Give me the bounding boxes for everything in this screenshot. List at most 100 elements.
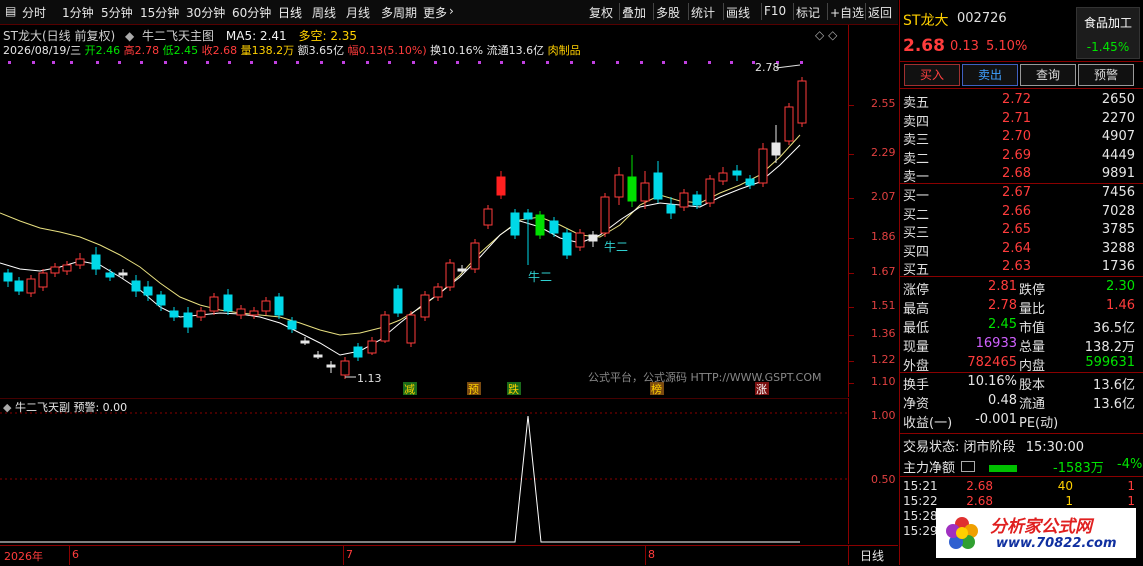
signal-dot [708, 61, 711, 64]
candlestick-chart[interactable]: 2.78 1.13 牛二 牛二 减 预 跌 榜 涨 公式平台，公式源码 HTTP… [0, 25, 848, 397]
sub-indicator-chart[interactable] [0, 398, 848, 544]
candle-30 [393, 288, 403, 314]
price-tick-mark [849, 383, 854, 384]
sector-box[interactable]: 食品加工 -1.45% [1076, 7, 1140, 59]
stat-row: 收益(一) -0.001 PE(动) [903, 412, 1135, 431]
logo-box: 分析家公式网 www.70822.com [936, 508, 1136, 558]
toolbar-btn-1[interactable]: 叠加 [622, 4, 646, 21]
stat-row: 最低 2.45 市值 36.5亿 [903, 317, 1135, 336]
more-chevron-icon[interactable]: › [449, 4, 454, 18]
candle-43 [562, 232, 572, 256]
menu-icon[interactable]: ▤ [5, 4, 16, 18]
candle-10 [131, 280, 141, 292]
quote-panel: ST龙大 002726 食品加工 -1.45% 2.68 0.13 5.10% … [899, 0, 1143, 565]
candle-42 [549, 220, 559, 234]
main-flow-label: 主力净额 [903, 461, 956, 476]
buy-level-row[interactable]: 买五 2.63 1736 [903, 259, 1135, 278]
level-volume: 2650 [1101, 92, 1135, 107]
buy-level-row[interactable]: 买一 2.67 7456 [903, 185, 1135, 204]
toolbar-btn-5[interactable]: F10 [764, 4, 786, 18]
stat-label: 现量 [903, 340, 930, 355]
level-label: 买三 [903, 226, 930, 241]
signal-dot [500, 61, 503, 64]
candle-12 [156, 294, 166, 306]
candle-16 [209, 296, 219, 312]
price-tick-8: 1.10 [871, 375, 896, 388]
period-label[interactable]: 日线 [860, 547, 884, 564]
stat-value: 0.48 [988, 393, 1017, 408]
period-tab-1[interactable]: 1分钟 [62, 4, 94, 21]
sell-level-row[interactable]: 卖四 2.71 2270 [903, 111, 1135, 130]
period-tab-9[interactable]: 多周期 [381, 4, 417, 21]
period-tab-5[interactable]: 60分钟 [232, 4, 271, 21]
price-tick-6: 1.36 [871, 327, 896, 340]
sell-level-row[interactable]: 卖一 2.68 9891 [903, 166, 1135, 185]
candle-35 [457, 268, 467, 272]
divider [645, 546, 646, 565]
toolbar-divider [723, 3, 724, 20]
candle-18 [236, 308, 246, 316]
sell-level-row[interactable]: 卖五 2.72 2650 [903, 92, 1135, 111]
period-tab-6[interactable]: 日线 [278, 4, 302, 21]
signal-dot [640, 61, 643, 64]
toolbar-btn-4[interactable]: 画线 [726, 4, 750, 21]
candle-44 [575, 232, 585, 248]
stat-value: 138.2万 [1084, 340, 1135, 355]
buy-level-row[interactable]: 买三 2.65 3785 [903, 222, 1135, 241]
buy-level-row[interactable]: 买四 2.64 3288 [903, 241, 1135, 260]
query-button[interactable]: 查询 [1020, 64, 1076, 86]
level-label: 买四 [903, 244, 930, 260]
period-tab-10[interactable]: 更多 [423, 4, 447, 21]
trade-time: 15:30:00 [1025, 440, 1085, 455]
tick-time: 15:29 [903, 524, 938, 538]
stat-value: 599631 [1085, 355, 1135, 370]
stat-label: 最高 [903, 302, 930, 317]
flow-chart-icon[interactable] [961, 461, 976, 472]
trade-status: 交易状态: 闭市阶段 15:30:00 [903, 436, 1084, 455]
toolbar-btn-7[interactable]: +自选 [830, 4, 864, 21]
tick-dir: 1 [1127, 494, 1135, 508]
candle-22 [287, 320, 297, 330]
stat-row: 现量 16933 总量 138.2万 [903, 336, 1135, 355]
sell-button[interactable]: 卖出 [962, 64, 1018, 86]
signal-dot [522, 61, 525, 64]
signal-dot [546, 61, 549, 64]
sub-axis: 1.00 0.50 [848, 398, 899, 544]
sell-level-row[interactable]: 卖三 2.70 4907 [903, 129, 1135, 148]
stat-label: 股本 [1019, 378, 1046, 393]
price-tick-mark [849, 273, 854, 274]
period-tab-2[interactable]: 5分钟 [101, 4, 133, 21]
time-month-7: 7 [346, 548, 353, 561]
buy-level-row[interactable]: 买二 2.66 7028 [903, 204, 1135, 223]
stat-label: 总量 [1019, 340, 1046, 355]
candle-54 [705, 178, 715, 204]
level-price: 2.69 [1002, 147, 1031, 163]
stat-label: 流通 [1019, 397, 1046, 412]
divider [69, 546, 70, 565]
period-tab-7[interactable]: 周线 [312, 4, 336, 21]
price-tick-0: 2.55 [871, 97, 896, 110]
candles-group [3, 77, 807, 379]
alert-button[interactable]: 预警 [1078, 64, 1134, 86]
buy-button[interactable]: 买入 [904, 64, 960, 86]
toolbar-btn-8[interactable]: 返回 [868, 4, 892, 21]
toolbar-btn-2[interactable]: 多股 [656, 4, 680, 21]
price-tick-2: 2.07 [871, 190, 896, 203]
period-tab-0[interactable]: 分时 [22, 4, 46, 21]
signal-dot [52, 61, 55, 64]
level-label: 卖五 [903, 96, 930, 111]
price-tick-3: 1.86 [871, 230, 896, 243]
toolbar-btn-6[interactable]: 标记 [796, 4, 820, 21]
period-tab-4[interactable]: 30分钟 [186, 4, 225, 21]
signal-dot [570, 61, 573, 64]
tick-time: 15:22 [903, 494, 938, 508]
stat-label: 涨停 [903, 283, 930, 298]
price-tick-5: 1.51 [871, 299, 896, 312]
sell-level-row[interactable]: 卖二 2.69 4449 [903, 147, 1135, 167]
toolbar-btn-0[interactable]: 复权 [589, 4, 613, 21]
period-tab-8[interactable]: 月线 [346, 4, 370, 21]
price-tick-mark [849, 154, 854, 155]
toolbar-btn-3[interactable]: 统计 [691, 4, 715, 21]
period-toolbar: 分时 1分钟 5分钟 15分钟 30分钟 60分钟 日线 周线 月线 多周期 更多 › ▤ 复权 叠加 多股统… [0, 0, 898, 25]
period-tab-3[interactable]: 15分钟 [140, 4, 179, 21]
